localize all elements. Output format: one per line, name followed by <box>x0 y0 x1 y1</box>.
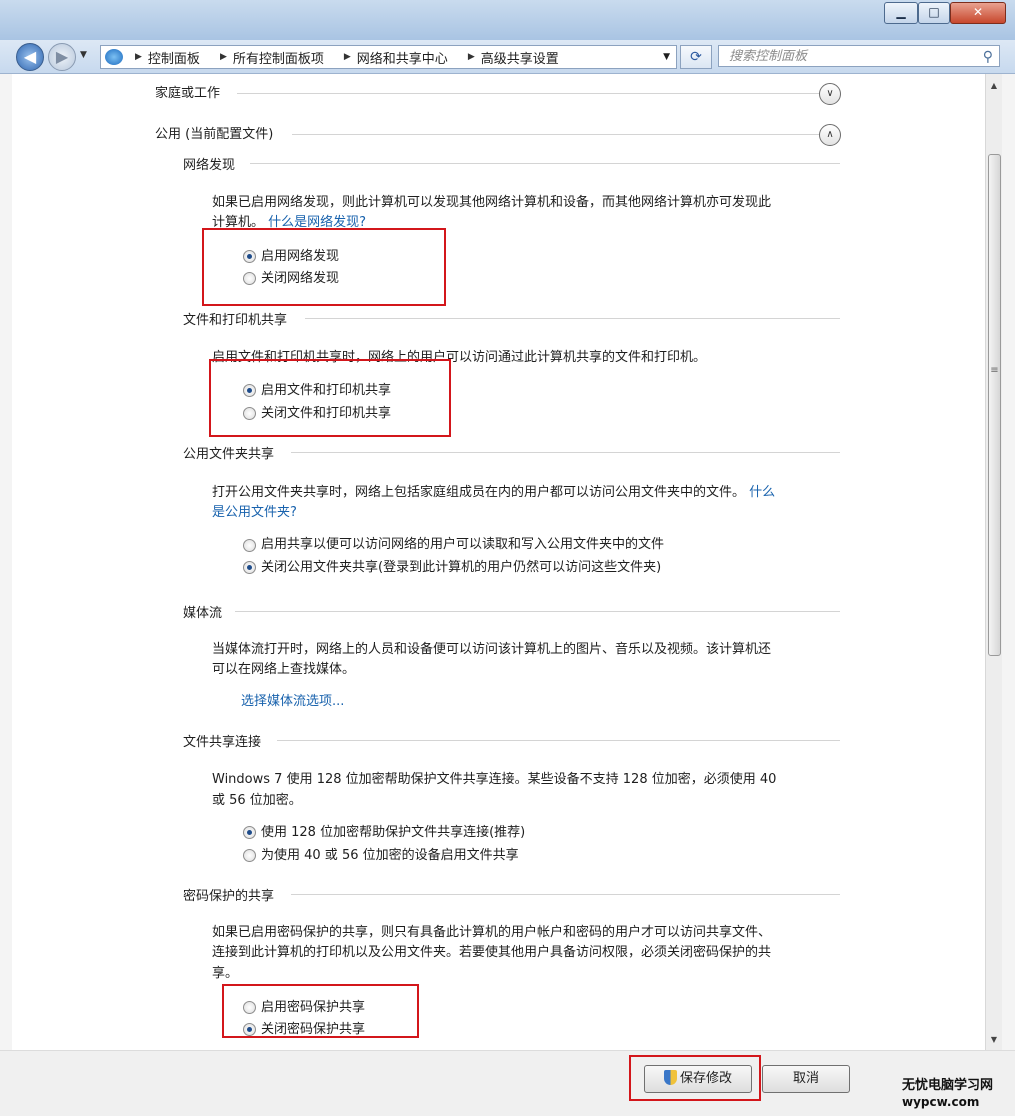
back-icon: ◀ <box>23 47 37 66</box>
encryption-40-56-label[interactable]: 为使用 40 或 56 位加密的设备启用文件共享 <box>261 844 519 863</box>
search-input[interactable]: 搜索控制面板 ⚲ <box>718 45 1000 67</box>
section-title-media: 媒体流 <box>183 606 223 621</box>
breadcrumb-advanced-sharing[interactable]: 高级共享设置 <box>481 48 559 67</box>
what-is-public-folder-link-cont[interactable]: 是公用文件夹? <box>212 501 297 520</box>
chevron-down-icon: ∨ <box>826 88 834 99</box>
control-panel-icon <box>105 49 123 65</box>
search-icon[interactable]: ⚲ <box>983 46 993 68</box>
section-title-network-discovery: 网络发现 <box>183 158 236 173</box>
forward-button[interactable]: ▶ <box>48 43 76 71</box>
divider <box>235 611 840 612</box>
divider <box>291 894 840 895</box>
window-frame-left <box>0 74 12 1050</box>
chevron-right-icon[interactable]: ▶ <box>135 52 142 62</box>
network-discovery-description: 如果已启用网络发现，则此计算机可以发现其他网络计算机和设备，而其他网络计算机亦可… <box>212 195 772 210</box>
scroll-up-icon[interactable]: ▲ <box>986 78 1002 94</box>
divider <box>277 740 840 741</box>
refresh-button[interactable]: ⟳ <box>680 45 712 69</box>
password-description: 如果已启用密码保护的共享，则只有具备此计算机的用户帐户和密码的用户才可以访问共享… <box>212 925 772 940</box>
profile-home-label[interactable]: 家庭或工作 <box>155 82 220 101</box>
highlight-box <box>222 984 419 1038</box>
expand-home-button[interactable]: ∨ <box>819 83 841 105</box>
search-placeholder: 搜索控制面板 <box>729 49 808 64</box>
profile-public-label[interactable]: 公用 (当前配置文件) <box>155 123 273 142</box>
divider <box>237 93 819 94</box>
section-title-encryption: 文件共享连接 <box>183 735 262 750</box>
site-watermark: 无忧电脑学习网 wypcw.com <box>902 1078 993 1110</box>
what-is-public-folder-link[interactable]: 什么 <box>749 485 775 500</box>
address-dropdown-icon[interactable]: ▼ <box>663 52 670 62</box>
navigation-bar: ◀ ▶ ▼ ▶ 控制面板 ▶ 所有控制面板项 ▶ 网络和共享中心 ▶ 高级共享设… <box>0 40 1015 74</box>
breadcrumb-all-items[interactable]: 所有控制面板项 <box>233 48 324 67</box>
highlight-box <box>629 1055 761 1101</box>
highlight-box <box>202 228 446 306</box>
media-options-link[interactable]: 选择媒体流选项... <box>241 690 344 709</box>
breadcrumb-network-center[interactable]: 网络和共享中心 <box>357 48 448 67</box>
media-description: 当媒体流打开时，网络上的人员和设备便可以访问该计算机上的图片、音乐以及视频。该计… <box>212 642 772 657</box>
section-title-file-printer: 文件和打印机共享 <box>183 313 288 328</box>
chevron-up-icon: ∧ <box>826 129 834 140</box>
public-folder-on-radio[interactable] <box>243 539 256 552</box>
dialog-footer: 保存修改 取消 <box>0 1050 1015 1116</box>
encryption-128-label[interactable]: 使用 128 位加密帮助保护文件共享连接(推荐) <box>261 821 525 840</box>
password-description-cont: 连接到此计算机的打印机以及公用文件夹。若要使其他用户具备访问权限，必须关闭密码保… <box>212 945 772 960</box>
encryption-description: Windows 7 使用 128 位加密帮助保护文件共享连接。某些设备不支持 1… <box>212 772 777 787</box>
highlight-box <box>209 359 451 437</box>
encryption-description-cont: 或 56 位加密。 <box>212 793 302 808</box>
chevron-right-icon[interactable]: ▶ <box>468 52 475 62</box>
public-folder-off-radio[interactable] <box>243 561 256 574</box>
maximize-button[interactable]: □ <box>918 2 950 24</box>
section-title-public-folder: 公用文件夹共享 <box>183 447 275 462</box>
address-bar[interactable]: ▶ 控制面板 ▶ 所有控制面板项 ▶ 网络和共享中心 ▶ 高级共享设置 ▼ <box>100 45 677 69</box>
password-description-end: 享。 <box>212 966 239 981</box>
vertical-scrollbar[interactable]: ▲ ≡ ▼ <box>985 74 1002 1050</box>
back-button[interactable]: ◀ <box>16 43 44 71</box>
watermark-name: 无忧电脑学习网 <box>902 1078 994 1093</box>
chevron-right-icon[interactable]: ▶ <box>344 52 351 62</box>
breadcrumb-control-panel[interactable]: 控制面板 <box>148 48 200 67</box>
window-frame-right <box>1001 74 1015 1050</box>
public-folder-off-label[interactable]: 关闭公用文件夹共享(登录到此计算机的用户仍然可以访问这些文件夹) <box>261 556 661 575</box>
divider <box>305 318 840 319</box>
window-titlebar: ▁ □ ✕ <box>0 0 1015 40</box>
collapse-public-button[interactable]: ∧ <box>819 124 841 146</box>
cancel-button[interactable]: 取消 <box>762 1065 850 1093</box>
minimize-button[interactable]: ▁ <box>884 2 918 24</box>
divider <box>292 134 819 135</box>
encryption-128-radio[interactable] <box>243 826 256 839</box>
settings-content: 家庭或工作 ∨ 公用 (当前配置文件) ∧ 网络发现 如果已启用网络发现，则此计… <box>12 74 984 1050</box>
forward-icon: ▶ <box>55 47 69 66</box>
encryption-40-56-radio[interactable] <box>243 849 256 862</box>
scrollbar-thumb[interactable]: ≡ <box>988 154 1001 656</box>
watermark-url: wypcw.com <box>902 1095 980 1109</box>
divider <box>250 163 840 164</box>
refresh-icon: ⟳ <box>690 49 702 65</box>
chevron-right-icon[interactable]: ▶ <box>220 52 227 62</box>
grip-icon: ≡ <box>990 365 999 376</box>
recent-pages-dropdown-icon[interactable]: ▼ <box>80 50 87 60</box>
public-folder-on-label[interactable]: 启用共享以便可以访问网络的用户可以读取和写入公用文件夹中的文件 <box>261 533 664 552</box>
section-title-password: 密码保护的共享 <box>183 889 275 904</box>
media-description-cont: 可以在网络上查找媒体。 <box>212 662 356 677</box>
close-button[interactable]: ✕ <box>950 2 1006 24</box>
divider <box>291 452 840 453</box>
scroll-down-icon[interactable]: ▼ <box>986 1032 1002 1048</box>
public-folder-description: 打开公用文件夹共享时，网络上包括家庭组成员在内的用户都可以访问公用文件夹中的文件… <box>212 485 746 500</box>
